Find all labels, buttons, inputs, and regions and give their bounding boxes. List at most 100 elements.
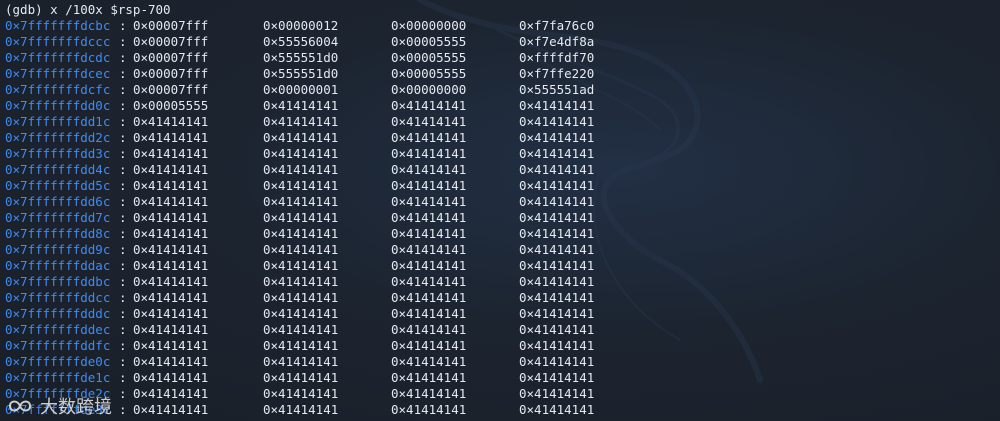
terminal-window[interactable]: (gdb) x /100x $rsp-700 0×7fffffffdcbc:0×… [0,0,1000,421]
gdb-command-line: (gdb) x /100x $rsp-700 [5,2,171,17]
memory-word: 0×41414141 [263,338,339,353]
memory-address: 0×7fffffffdd1c [5,114,111,129]
memory-word: 0×41414141 [133,226,209,241]
memory-address: 0×7fffffffdd7c [5,210,111,225]
address-colon: : [119,226,127,241]
memory-word: 0×41414141 [391,386,467,401]
memory-word: 0×41414141 [133,130,209,145]
memory-word: 0×41414141 [519,354,595,369]
memory-word: 0×41414141 [519,114,595,129]
address-colon: : [119,34,127,49]
address-colon: : [119,370,127,385]
memory-word: 0×555551d0 [263,66,339,81]
memory-word: 0×41414141 [133,322,209,337]
memory-word: 0×00000000 [391,82,467,97]
memory-word: 0×41414141 [391,130,467,145]
address-colon: : [119,18,127,33]
memory-word: 0×41414141 [133,306,209,321]
memory-word: 0×41414141 [519,130,595,145]
memory-word: 0×41414141 [133,242,209,257]
address-colon: : [119,258,127,273]
memory-address: 0×7fffffffddcc [5,290,111,305]
address-colon: : [119,146,127,161]
memory-word: 0×41414141 [263,162,339,177]
address-colon: : [119,178,127,193]
memory-word: 0×41414141 [391,258,467,273]
memory-word: 0×41414141 [263,274,339,289]
memory-word: 0×41414141 [133,290,209,305]
memory-address: 0×7fffffffddac [5,258,111,273]
address-colon: : [119,210,127,225]
memory-word: 0×41414141 [519,146,595,161]
memory-word: 0×41414141 [519,98,595,113]
memory-word: 0×00007fff [133,50,209,65]
memory-address: 0×7fffffffddec [5,322,111,337]
memory-address: 0×7fffffffdd4c [5,162,111,177]
memory-word: 0×41414141 [263,386,339,401]
memory-address: 0×7fffffffdcec [5,66,111,81]
memory-word: 0×41414141 [391,370,467,385]
memory-word: 0×41414141 [391,306,467,321]
memory-word: 0×41414141 [391,98,467,113]
memory-word: 0×41414141 [263,130,339,145]
memory-word: 0×41414141 [519,242,595,257]
memory-word: 0×41414141 [263,178,339,193]
memory-word: 0×41414141 [519,306,595,321]
address-colon: : [119,98,127,113]
address-colon: : [119,114,127,129]
memory-word: 0×00005555 [133,98,209,113]
address-colon: : [119,338,127,353]
address-colon: : [119,354,127,369]
memory-word: 0×41414141 [263,306,339,321]
memory-word: 0×f7ffe220 [519,66,595,81]
memory-word: 0×41414141 [263,322,339,337]
memory-word: 0×41414141 [263,290,339,305]
memory-word: 0×41414141 [519,322,595,337]
memory-word: 0×00005555 [391,50,467,65]
memory-word: 0×41414141 [391,338,467,353]
memory-word: 0×41414141 [519,162,595,177]
memory-word: 0×41414141 [519,178,595,193]
memory-word: 0×f7e4df8a [519,34,595,49]
memory-address: 0×7fffffffdddc [5,306,111,321]
memory-word: 0×41414141 [391,242,467,257]
memory-word: 0×41414141 [263,210,339,225]
memory-word: 0×41414141 [133,354,209,369]
memory-word: 0×41414141 [519,386,595,401]
memory-word: 0×41414141 [263,226,339,241]
memory-address: 0×7fffffffddbc [5,274,111,289]
memory-word: 0×41414141 [519,402,595,417]
memory-word: 0×41414141 [519,226,595,241]
memory-word: 0×41414141 [263,242,339,257]
memory-address: 0×7fffffffdd8c [5,226,111,241]
memory-word: 0×00007fff [133,18,209,33]
memory-word: 0×41414141 [391,322,467,337]
memory-word: 0×41414141 [263,370,339,385]
memory-word: 0×41414141 [391,178,467,193]
memory-word: 0×41414141 [391,162,467,177]
memory-word: 0×00005555 [391,34,467,49]
memory-address: 0×7fffffffdd5c [5,178,111,193]
memory-word: 0×41414141 [133,370,209,385]
memory-word: 0×41414141 [133,162,209,177]
memory-address: 0×7fffffffddfc [5,338,111,353]
memory-word: 0×41414141 [519,370,595,385]
memory-word: 0×41414141 [263,98,339,113]
memory-word: 0×41414141 [263,258,339,273]
memory-word: 0×41414141 [263,114,339,129]
address-colon: : [119,322,127,337]
memory-address: 0×7fffffffdcdc [5,50,111,65]
memory-address: 0×7fffffffdd6c [5,194,111,209]
memory-word: 0×f7fa76c0 [519,18,595,33]
memory-address: 0×7fffffffde1c [5,370,111,385]
memory-word: 0×41414141 [133,210,209,225]
memory-word: 0×555551ad [519,82,595,97]
memory-address: 0×7fffffffdd0c [5,98,111,113]
memory-word: 0×41414141 [519,210,595,225]
memory-address: 0×7fffffffdccc [5,34,111,49]
memory-word: 0×41414141 [133,114,209,129]
address-colon: : [119,130,127,145]
address-colon: : [119,50,127,65]
memory-word: 0×41414141 [133,274,209,289]
memory-word: 0×41414141 [519,274,595,289]
